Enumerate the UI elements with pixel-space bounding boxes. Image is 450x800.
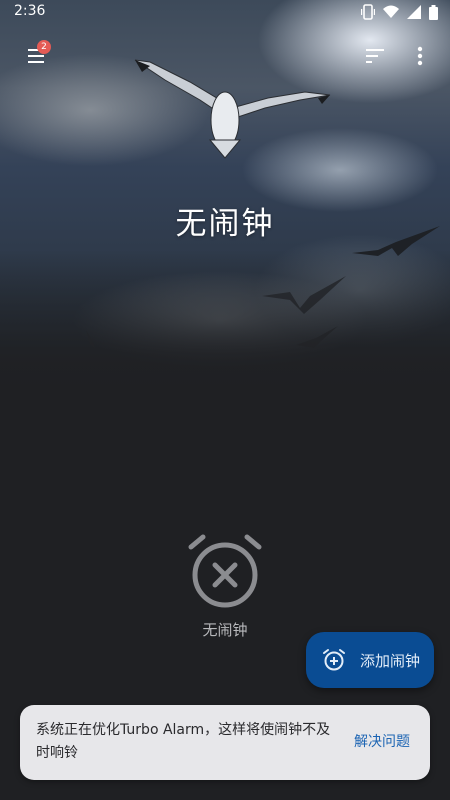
vibrate-icon bbox=[361, 4, 375, 20]
add-alarm-button[interactable]: 添加闹钟 bbox=[306, 632, 434, 688]
wifi-icon bbox=[383, 5, 399, 18]
alarm-off-icon bbox=[188, 534, 262, 608]
status-bar: 2:36 bbox=[0, 0, 450, 24]
hero-fade bbox=[0, 250, 450, 400]
hero-title: 无闹钟 bbox=[175, 206, 275, 242]
add-alarm-label: 添加闹钟 bbox=[360, 651, 421, 670]
add-alarm-icon bbox=[323, 649, 345, 671]
sort-button[interactable] bbox=[362, 44, 388, 68]
more-options-button[interactable] bbox=[410, 44, 430, 68]
snackbar-message: 系统正在优化Turbo Alarm，这样将使闹钟不及时响铃 bbox=[36, 722, 331, 761]
signal-icon bbox=[407, 5, 421, 19]
status-time: 2:36 bbox=[14, 3, 46, 19]
battery-icon bbox=[429, 4, 438, 20]
fix-issue-button[interactable]: 解决问题 bbox=[354, 731, 410, 751]
snackbar: 系统正在优化Turbo Alarm，这样将使闹钟不及时响铃 解决问题 bbox=[20, 705, 430, 780]
more-vertical-icon bbox=[417, 46, 423, 66]
status-icons bbox=[361, 4, 438, 20]
sort-icon bbox=[366, 49, 384, 63]
notification-badge: 2 bbox=[37, 40, 51, 54]
